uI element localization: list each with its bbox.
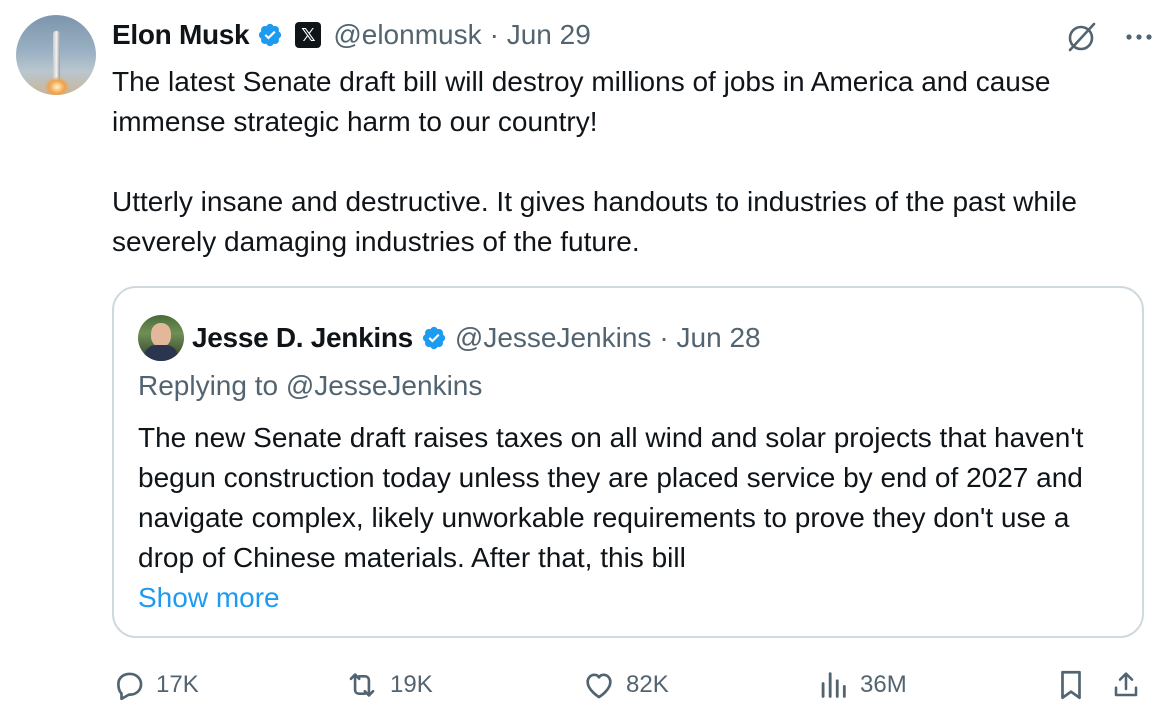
like-count: 82K [626,671,669,698]
repost-count: 19K [390,671,433,698]
tweet-action-bar: 17K 19K 82K 36M [112,668,1152,708]
bookmark-icon [1061,670,1081,700]
quoted-tweet-date[interactable]: · Jun 28 [659,322,760,354]
avatar-flame [45,77,69,95]
share-button[interactable] [1110,668,1142,702]
verified-badge-icon [422,326,446,350]
avatar-face [151,323,171,347]
avatar-shirt [144,345,178,361]
replying-to-label: Replying to @JesseJenkins [138,370,483,401]
author-name[interactable]: Elon Musk [112,19,250,51]
author-avatar[interactable] [16,15,96,95]
bookmark-button[interactable] [1056,668,1086,702]
views-button[interactable]: 36M [816,668,907,702]
quoted-tweet-text: The new Senate draft raises taxes on all… [138,422,1084,573]
show-more-link[interactable]: Show more [138,578,280,618]
quoted-tweet[interactable]: Jesse D. Jenkins @JesseJenkins · Jun 28 … [112,286,1144,638]
reply-count: 17K [156,671,199,698]
like-button[interactable]: 82K [582,668,669,702]
tweet-text: The latest Senate draft bill will destro… [112,66,1077,257]
x-affiliation-badge: 𝕏 [295,22,322,48]
quoted-author-name[interactable]: Jesse D. Jenkins [192,322,413,354]
author-handle[interactable]: @elonmusk [333,19,481,51]
view-count: 36M [860,671,907,698]
reply-icon [117,672,143,701]
verified-badge-icon [259,23,282,47]
quoted-tweet-header: Jesse D. Jenkins @JesseJenkins · Jun 28 [138,315,761,361]
reply-button[interactable]: 17K [112,668,199,702]
avatar-rocket [53,31,60,81]
tweet-top-actions [1064,20,1154,54]
share-icon [1114,672,1138,697]
grok-icon[interactable] [1064,20,1098,54]
repost-icon [349,673,375,697]
views-icon [821,672,846,698]
quoted-author-handle[interactable]: @JesseJenkins [455,322,652,354]
tweet-header: Elon Musk 𝕏 @elonmusk · Jun 29 [112,16,591,54]
quoted-author-avatar[interactable] [138,315,184,361]
like-icon [586,673,612,699]
more-icon[interactable] [1124,22,1154,52]
repost-button[interactable]: 19K [344,668,433,702]
tweet-date[interactable]: · Jun 29 [490,19,591,51]
